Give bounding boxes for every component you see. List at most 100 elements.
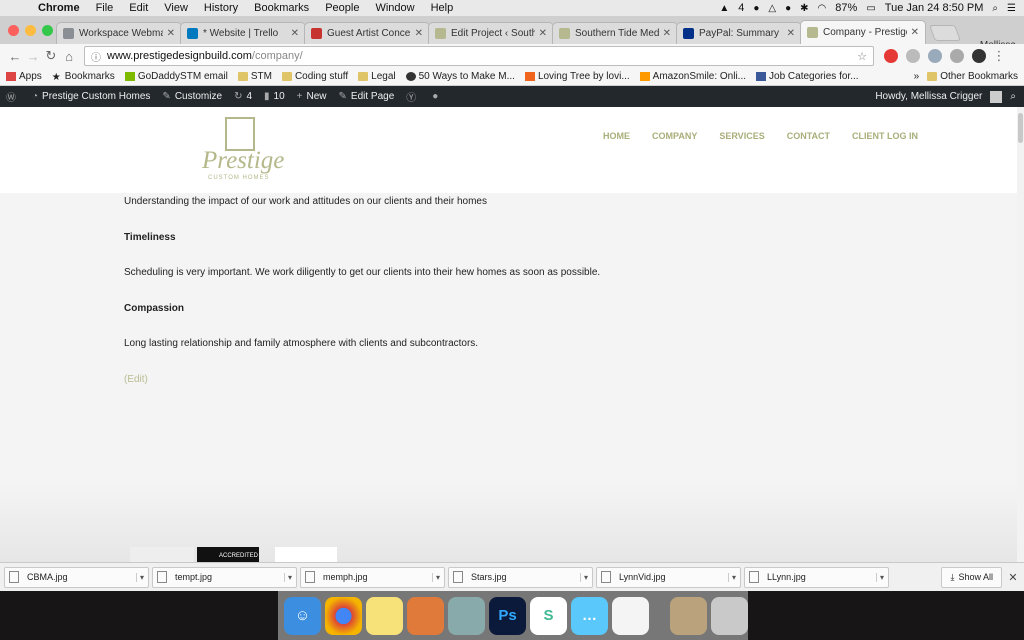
wifi-icon[interactable]: ◠ [818,3,827,14]
wp-account[interactable]: Howdy, Mellissa Crigger ⌕ [875,90,1024,103]
scrollbar-thumb[interactable] [1018,113,1023,143]
bookmark-legal[interactable]: Legal [358,71,396,82]
clock[interactable]: Tue Jan 24 8:50 PM [885,2,984,14]
download-item[interactable]: LLynn.jpg ▾ [744,566,889,588]
home-icon[interactable]: ⌂ [60,49,78,64]
bookmark-job-categories[interactable]: Job Categories for... [756,71,859,82]
bookmark-loving-tree[interactable]: Loving Tree by lovi... [524,71,630,82]
menu-window[interactable]: Window [367,2,422,14]
show-all-downloads-button[interactable]: ⤓ Show All [941,566,1002,588]
nav-services[interactable]: SERVICES [719,131,764,141]
stickies-icon[interactable] [366,596,403,635]
bookmark-coding[interactable]: Coding stuff [281,71,348,82]
wp-updates[interactable]: ↻ 4 [234,91,252,102]
wp-edit-page[interactable]: ✎ Edit Page [339,91,395,102]
chrome-menu-icon[interactable]: ⋮ [990,48,1008,64]
tab-trello[interactable]: * Website | Trello ✕ [180,22,306,44]
tab-paypal[interactable]: PayPal: Summary ✕ [676,22,802,44]
adblock-icon[interactable] [884,49,898,63]
page-scrollbar[interactable] [1017,107,1024,562]
site-logo[interactable]: Prestige CUSTOM HOMES [198,117,284,187]
close-downloads-icon[interactable]: ✕ [1002,571,1024,584]
menu-history[interactable]: History [196,2,246,14]
search-icon[interactable]: ⌕ [1010,91,1016,102]
wp-logo-icon[interactable]: Ⓦ [6,89,20,104]
wp-new[interactable]: + New [297,91,327,102]
download-item[interactable]: LynnVid.jpg ▾ [596,566,741,588]
new-tab-button[interactable] [929,25,961,41]
download-menu-chevron-icon[interactable]: ▾ [579,572,588,582]
dropbox-icon[interactable] [928,49,942,63]
back-arrow-icon[interactable]: ← [6,49,24,64]
footer-seal[interactable] [275,547,337,562]
nav-company[interactable]: COMPANY [652,131,697,141]
download-menu-chevron-icon[interactable]: ▾ [727,572,736,582]
adobe-icon[interactable]: ▲ [719,3,729,14]
bookmark-50-ways[interactable]: 50 Ways to Make M... [405,71,515,82]
reload-icon[interactable]: ↻ [42,48,60,64]
trash-icon[interactable] [710,596,748,635]
calculator-icon[interactable] [407,596,444,635]
menu-app-name[interactable]: Chrome [30,2,88,14]
download-item[interactable]: memph.jpg ▾ [300,566,445,588]
minimize-window-icon[interactable] [25,25,36,36]
tab-close-icon[interactable]: ✕ [291,28,299,39]
menu-file[interactable]: File [88,2,122,14]
lastpass-icon[interactable]: ● [753,3,759,14]
photoshop-icon[interactable]: Ps [489,596,526,635]
battery-icon[interactable]: ▭ [866,3,875,14]
tab-close-icon[interactable]: ✕ [787,28,795,39]
bookmark-godaddy[interactable]: GoDaddySTM email [124,71,228,82]
download-menu-chevron-icon[interactable]: ▾ [431,572,440,582]
bookmark-stm[interactable]: STM [237,71,272,82]
download-item[interactable]: CBMA.jpg ▾ [4,566,149,588]
downloads-stack-icon[interactable] [669,596,707,635]
nav-contact[interactable]: CONTACT [787,131,830,141]
tab-edit-project[interactable]: Edit Project ‹ Southern✕ [428,22,554,44]
wp-customize[interactable]: ✎ Customize [162,91,222,102]
drive-icon[interactable]: △ [768,3,776,14]
nav-home[interactable]: HOME [603,131,630,141]
download-item[interactable]: tempt.jpg ▾ [152,566,297,588]
zoom-window-icon[interactable] [42,25,53,36]
menu-bookmarks[interactable]: Bookmarks [246,2,317,14]
tab-close-icon[interactable]: ✕ [663,28,671,39]
tab-close-icon[interactable]: ✕ [539,28,547,39]
gem-extension-icon[interactable] [972,49,986,63]
bookmark-other[interactable]: » Other Bookmarks [914,71,1018,82]
download-menu-chevron-icon[interactable]: ▾ [283,572,292,582]
download-menu-chevron-icon[interactable]: ▾ [135,572,144,582]
messages-icon[interactable]: … [571,596,608,635]
tab-close-icon[interactable]: ✕ [415,28,423,39]
bluetooth-icon[interactable]: ✱ [800,3,808,14]
menu-people[interactable]: People [317,2,367,14]
bookmark-bookmarks[interactable]: ★ Bookmarks [52,71,115,83]
bell-icon[interactable]: ● [785,3,791,14]
tab-close-icon[interactable]: ✕ [911,27,919,38]
tab-company-prestige[interactable]: Company - Prestige C✕ [800,20,926,44]
spotlight-icon[interactable]: ⌕ [992,3,998,14]
slack-icon[interactable]: S [530,596,567,635]
notification-center-icon[interactable]: ☰ [1007,3,1016,14]
overflow-chevron-icon[interactable]: » [914,71,920,82]
finder-icon[interactable]: ☺ [284,596,321,635]
download-item[interactable]: Stars.jpg ▾ [448,566,593,588]
menu-view[interactable]: View [156,2,196,14]
wp-site-name[interactable]: ◔ Prestige Custom Homes [32,91,150,102]
extension-info-icon[interactable] [906,49,920,63]
address-bar[interactable]: ⓘ www.prestigedesignbuild.com/company/ ☆ [84,46,874,66]
close-window-icon[interactable] [8,25,19,36]
tab-guest-artist[interactable]: Guest Artist Concerts✕ [304,22,430,44]
cloud-extension-icon[interactable] [950,49,964,63]
menu-edit[interactable]: Edit [121,2,156,14]
preview-icon[interactable] [448,596,485,635]
tab-southern-tide[interactable]: Southern Tide Media ✕ [552,22,678,44]
site-info-icon[interactable]: ⓘ [91,49,101,64]
forward-arrow-icon[interactable]: → [24,49,42,64]
textedit-icon[interactable] [612,596,649,635]
tab-workspace-webmail[interactable]: Workspace Webmail ✕ [56,22,182,44]
bookmark-amazonsmile[interactable]: AmazonSmile: Onli... [639,71,746,82]
nav-client-login[interactable]: CLIENT LOG IN [852,131,918,141]
chrome-icon[interactable] [325,596,362,635]
menu-help[interactable]: Help [423,2,462,14]
